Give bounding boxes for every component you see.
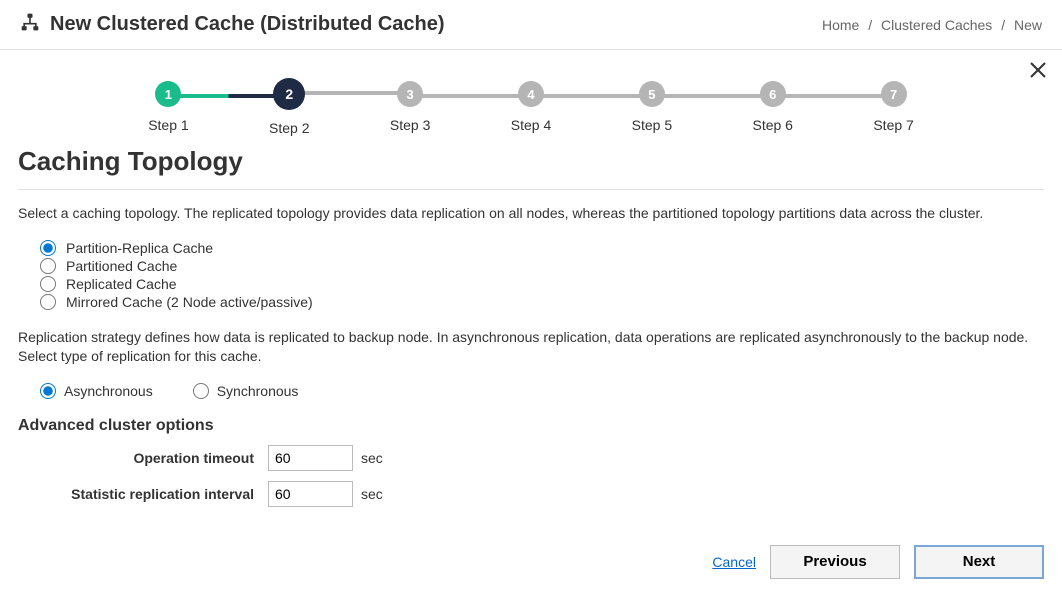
topology-radio[interactable]: [40, 294, 56, 310]
replication-desc: Replication strategy defines how data is…: [18, 328, 1044, 367]
divider: [18, 189, 1044, 190]
operation-timeout-unit: sec: [361, 450, 383, 466]
cancel-link[interactable]: Cancel: [712, 554, 756, 570]
topology-desc: Select a caching topology. The replicate…: [18, 204, 1044, 224]
topology-radio[interactable]: [40, 276, 56, 292]
breadcrumb-new: New: [1014, 17, 1042, 33]
step-label: Step 3: [390, 117, 430, 133]
advanced-options-title: Advanced cluster options: [18, 417, 1044, 435]
topology-option[interactable]: Partitioned Cache: [40, 258, 1044, 274]
replication-option[interactable]: Synchronous: [193, 383, 299, 399]
step-4[interactable]: 4 Step 4: [471, 81, 592, 133]
breadcrumb-home[interactable]: Home: [822, 17, 859, 33]
replication-radio-group: Asynchronous Synchronous: [40, 383, 1044, 399]
step-label: Step 4: [511, 117, 551, 133]
replication-radio[interactable]: [193, 383, 209, 399]
next-button[interactable]: Next: [914, 545, 1044, 579]
page-header: New Clustered Cache (Distributed Cache) …: [0, 0, 1062, 50]
step-label: Step 1: [148, 117, 188, 133]
operation-timeout-input[interactable]: [268, 445, 353, 471]
step-6[interactable]: 6 Step 6: [712, 81, 833, 133]
topology-option-label: Replicated Cache: [66, 276, 177, 292]
step-circle: 5: [639, 81, 665, 107]
topology-option[interactable]: Mirrored Cache (2 Node active/passive): [40, 294, 1044, 310]
stepper: 1 Step 1 2 Step 2 3 Step 3 4 Step 4 5 Step 5 6 Step…: [108, 78, 954, 136]
statistic-interval-row: Statistic replication interval sec: [18, 481, 1044, 507]
step-label: Step 2: [269, 120, 309, 136]
replication-radio[interactable]: [40, 383, 56, 399]
breadcrumb: Home / Clustered Caches / New: [822, 17, 1042, 33]
hierarchy-icon: [20, 12, 40, 37]
replication-option[interactable]: Asynchronous: [40, 383, 153, 399]
step-7[interactable]: 7 Step 7: [833, 81, 954, 133]
step-2[interactable]: 2 Step 2: [229, 78, 350, 136]
step-circle: 3: [397, 81, 423, 107]
replication-option-label: Synchronous: [217, 383, 299, 399]
topology-radio[interactable]: [40, 240, 56, 256]
breadcrumb-clustered-caches[interactable]: Clustered Caches: [881, 17, 992, 33]
replication-option-label: Asynchronous: [64, 383, 153, 399]
topology-radio[interactable]: [40, 258, 56, 274]
operation-timeout-label: Operation timeout: [18, 450, 268, 466]
page-title: New Clustered Cache (Distributed Cache): [50, 13, 445, 36]
statistic-interval-unit: sec: [361, 486, 383, 502]
topology-option-label: Partition-Replica Cache: [66, 240, 213, 256]
topology-option[interactable]: Replicated Cache: [40, 276, 1044, 292]
statistic-interval-input[interactable]: [268, 481, 353, 507]
step-label: Step 6: [752, 117, 792, 133]
close-icon[interactable]: [1028, 60, 1048, 84]
wizard-footer: Cancel Previous Next: [0, 535, 1062, 589]
step-1[interactable]: 1 Step 1: [108, 81, 229, 133]
step-label: Step 7: [873, 117, 913, 133]
topology-radio-group: Partition-Replica Cache Partitioned Cache…: [40, 240, 1044, 310]
topology-option-label: Partitioned Cache: [66, 258, 177, 274]
step-5[interactable]: 5 Step 5: [591, 81, 712, 133]
statistic-interval-label: Statistic replication interval: [18, 486, 268, 502]
step-circle: 1: [155, 81, 181, 107]
step-circle: 7: [881, 81, 907, 107]
step-3[interactable]: 3 Step 3: [350, 81, 471, 133]
topology-option[interactable]: Partition-Replica Cache: [40, 240, 1044, 256]
step-circle: 6: [760, 81, 786, 107]
operation-timeout-row: Operation timeout sec: [18, 445, 1044, 471]
step-label: Step 5: [632, 117, 672, 133]
topology-option-label: Mirrored Cache (2 Node active/passive): [66, 294, 313, 310]
step-circle: 4: [518, 81, 544, 107]
section-title: Caching Topology: [18, 146, 1044, 177]
step-circle: 2: [273, 78, 305, 110]
previous-button[interactable]: Previous: [770, 545, 900, 579]
